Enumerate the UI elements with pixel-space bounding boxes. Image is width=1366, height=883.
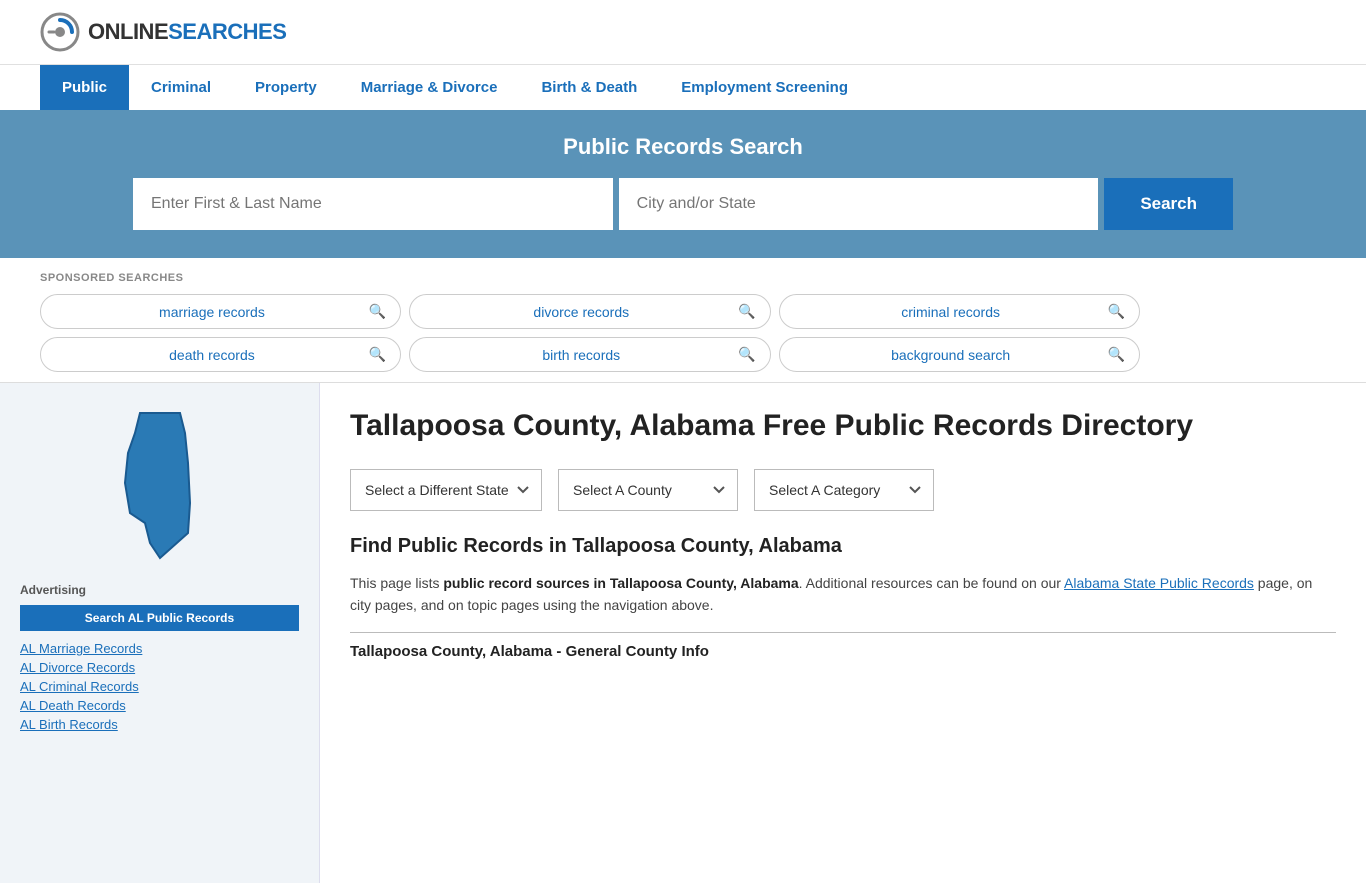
location-input[interactable] [619, 178, 1099, 230]
main-nav: Public Criminal Property Marriage & Divo… [0, 64, 1366, 110]
search-icon-3: 🔍 [1108, 303, 1125, 320]
sidebar-link-divorce[interactable]: AL Divorce Records [20, 660, 299, 675]
find-description: This page lists public record sources in… [350, 572, 1336, 617]
logo-online-text: ONLINE [88, 19, 168, 44]
alabama-map-svg [100, 403, 220, 563]
pill-marriage[interactable]: marriage records 🔍 [40, 294, 401, 329]
sidebar-link-marriage[interactable]: AL Marriage Records [20, 641, 299, 656]
nav-item-property[interactable]: Property [233, 65, 339, 110]
sidebar-link-death[interactable]: AL Death Records [20, 698, 299, 713]
logo-searches-text: SEARCHES [168, 19, 286, 44]
logo[interactable]: ONLINESEARCHES [40, 12, 286, 52]
search-banner-title: Public Records Search [40, 134, 1326, 160]
page-title: Tallapoosa County, Alabama Free Public R… [350, 407, 1336, 445]
sponsored-label: SPONSORED SEARCHES [40, 272, 1326, 284]
site-header: ONLINESEARCHES [0, 0, 1366, 64]
search-icon-1: 🔍 [369, 303, 386, 320]
content-area: Tallapoosa County, Alabama Free Public R… [320, 383, 1366, 883]
find-text-2: . Additional resources can be found on o… [799, 575, 1064, 591]
search-banner: Public Records Search Search [0, 110, 1366, 258]
pill-criminal-text: criminal records [794, 304, 1108, 320]
county-dropdown[interactable]: Select A County [558, 469, 738, 511]
sidebar-link-criminal[interactable]: AL Criminal Records [20, 679, 299, 694]
search-icon-5: 🔍 [738, 346, 755, 363]
dropdowns-row: Select a Different State Select A County… [350, 469, 1336, 511]
logo-icon [40, 12, 80, 52]
sidebar-ad-button[interactable]: Search AL Public Records [20, 605, 299, 631]
nav-item-employment[interactable]: Employment Screening [659, 65, 870, 110]
alabama-map-container [20, 403, 299, 563]
nav-item-birth[interactable]: Birth & Death [519, 65, 659, 110]
state-dropdown[interactable]: Select a Different State [350, 469, 542, 511]
pill-birth[interactable]: birth records 🔍 [409, 337, 770, 372]
pill-criminal[interactable]: criminal records 🔍 [779, 294, 1140, 329]
pill-divorce-text: divorce records [424, 304, 738, 320]
sponsored-section: SPONSORED SEARCHES marriage records 🔍 di… [0, 258, 1366, 383]
advertising-label: Advertising [20, 583, 299, 597]
nav-item-marriage[interactable]: Marriage & Divorce [339, 65, 520, 110]
pill-background[interactable]: background search 🔍 [779, 337, 1140, 372]
sidebar: Advertising Search AL Public Records AL … [0, 383, 320, 883]
search-icon-2: 🔍 [738, 303, 755, 320]
nav-item-criminal[interactable]: Criminal [129, 65, 233, 110]
section-divider [350, 632, 1336, 633]
sponsored-grid: marriage records 🔍 divorce records 🔍 cri… [40, 294, 1140, 372]
name-input[interactable] [133, 178, 613, 230]
pill-death-text: death records [55, 347, 369, 363]
category-dropdown[interactable]: Select A Category [754, 469, 934, 511]
pill-marriage-text: marriage records [55, 304, 369, 320]
find-text-bold: public record sources in Tallapoosa Coun… [443, 575, 798, 591]
find-title: Find Public Records in Tallapoosa County… [350, 535, 1336, 558]
search-fields: Search [133, 178, 1233, 230]
county-info-title: Tallapoosa County, Alabama - General Cou… [350, 643, 1336, 660]
pill-birth-text: birth records [424, 347, 738, 363]
search-icon-6: 🔍 [1108, 346, 1125, 363]
sidebar-link-birth[interactable]: AL Birth Records [20, 717, 299, 732]
alabama-records-link[interactable]: Alabama State Public Records [1064, 575, 1254, 591]
pill-background-text: background search [794, 347, 1108, 363]
main-wrapper: Advertising Search AL Public Records AL … [0, 383, 1366, 883]
pill-death[interactable]: death records 🔍 [40, 337, 401, 372]
search-icon-4: 🔍 [369, 346, 386, 363]
pill-divorce[interactable]: divorce records 🔍 [409, 294, 770, 329]
nav-item-public[interactable]: Public [40, 65, 129, 110]
find-text-1: This page lists [350, 575, 443, 591]
search-button[interactable]: Search [1104, 178, 1233, 230]
